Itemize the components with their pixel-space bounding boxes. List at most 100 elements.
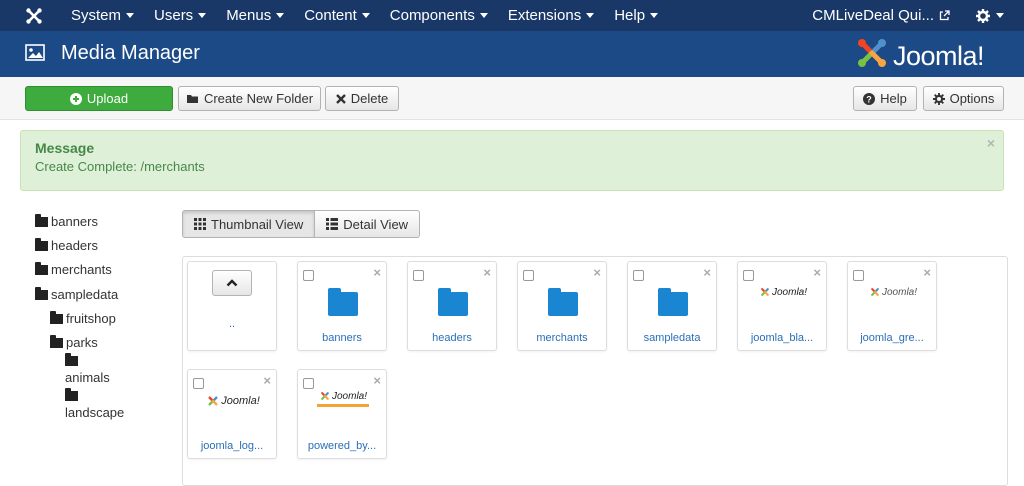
powered-by-strip (317, 404, 369, 407)
menu-content[interactable]: Content (294, 0, 380, 31)
folder-open-icon (186, 93, 199, 104)
folder-icon (35, 213, 48, 227)
folder-icon (548, 288, 578, 316)
svg-text:?: ? (866, 94, 872, 104)
image-item-joomla-black[interactable]: × Joomla! joomla_bla... (737, 261, 827, 351)
menu-menus[interactable]: Menus (216, 0, 294, 31)
item-label[interactable]: .. (188, 318, 276, 330)
grid-icon (194, 218, 206, 230)
tree-item-headers[interactable]: headers (35, 237, 98, 253)
menu-label: Content (304, 7, 357, 24)
delete-icon[interactable]: × (703, 265, 711, 280)
select-checkbox[interactable] (633, 270, 644, 281)
up-arrow-button[interactable] (212, 270, 252, 296)
menu-users[interactable]: Users (144, 0, 216, 31)
delete-label: Delete (350, 91, 389, 106)
tree-label: animals (65, 370, 110, 385)
picture-icon (25, 44, 45, 64)
caret-down-icon (126, 13, 135, 18)
item-label[interactable]: joomla_bla... (738, 332, 826, 344)
tree-item-landscape[interactable]: landscape (65, 388, 125, 420)
folder-icon (50, 334, 63, 348)
external-link-icon (939, 10, 950, 21)
message-close-button[interactable]: × (987, 135, 995, 151)
message-heading: Message (35, 140, 95, 156)
help-button[interactable]: ? Help (853, 86, 917, 111)
page-title: Media Manager (61, 42, 200, 64)
gear-icon (932, 92, 945, 105)
delete-icon[interactable]: × (483, 265, 491, 280)
item-label[interactable]: sampledata (628, 332, 716, 344)
caret-down-icon (276, 13, 285, 18)
delete-icon[interactable]: × (373, 265, 381, 280)
item-label[interactable]: banners (298, 332, 386, 344)
tree-item-fruitshop[interactable]: fruitshop (50, 310, 116, 326)
caret-down-icon (586, 13, 595, 18)
joomla-logo-icon[interactable] (23, 5, 45, 27)
menu-extensions[interactable]: Extensions (498, 0, 604, 31)
tree-label: sampledata (51, 287, 119, 302)
detail-view-label: Detail View (343, 216, 409, 232)
plus-circle-icon (69, 92, 82, 105)
select-checkbox[interactable] (743, 270, 754, 281)
delete-icon[interactable]: × (593, 265, 601, 280)
image-item-joomla-logo[interactable]: × Joomla! joomla_log... (187, 369, 277, 459)
folder-icon (438, 288, 468, 316)
menu-system[interactable]: System (61, 0, 144, 31)
item-label[interactable]: headers (408, 332, 496, 344)
thumb-text: Joomla! (881, 286, 917, 298)
menu-label: Users (154, 7, 194, 24)
menu-label: Menus (226, 7, 272, 24)
select-checkbox[interactable] (303, 270, 314, 281)
item-label[interactable]: powered_by... (298, 440, 386, 452)
folder-item-sampledata[interactable]: × sampledata (627, 261, 717, 351)
image-thumbnail: Joomla! (748, 286, 818, 298)
select-checkbox[interactable] (303, 378, 314, 389)
select-checkbox[interactable] (413, 270, 424, 281)
caret-down-icon (650, 13, 659, 18)
image-thumbnail: Joomla! (308, 390, 378, 407)
message-text: Create Complete: /merchants (35, 159, 205, 174)
create-folder-button[interactable]: Create New Folder (178, 86, 321, 111)
folder-item-banners[interactable]: × banners (297, 261, 387, 351)
image-item-powered-by[interactable]: × Joomla! powered_by... (297, 369, 387, 459)
site-link[interactable]: CMLiveDeal Qui... (812, 7, 950, 24)
upload-button[interactable]: Upload (25, 86, 173, 111)
detail-view-button[interactable]: Detail View (315, 210, 421, 238)
tree-item-animals[interactable]: animals (65, 353, 110, 385)
menu-components[interactable]: Components (380, 0, 498, 31)
thumbnail-view-button[interactable]: Thumbnail View (182, 210, 316, 238)
delete-icon[interactable]: × (373, 373, 381, 388)
options-button[interactable]: Options (923, 86, 1004, 111)
question-circle-icon: ? (863, 92, 876, 105)
select-checkbox[interactable] (193, 378, 204, 389)
item-label[interactable]: joomla_log... (188, 440, 276, 452)
settings-menu[interactable] (976, 8, 1004, 23)
delete-icon[interactable]: × (813, 265, 821, 280)
tree-item-parks[interactable]: parks (50, 334, 98, 350)
item-label[interactable]: merchants (518, 332, 606, 344)
folder-item-headers[interactable]: × headers (407, 261, 497, 351)
upload-label: Upload (86, 91, 129, 106)
select-checkbox[interactable] (853, 270, 864, 281)
image-item-joomla-green[interactable]: × Joomla! joomla_gre... (847, 261, 937, 351)
delete-button[interactable]: Delete (325, 86, 399, 111)
select-checkbox[interactable] (523, 270, 534, 281)
menu-label: Extensions (507, 7, 582, 24)
tree-item-banners[interactable]: banners (35, 213, 98, 229)
tree-item-merchants[interactable]: merchants (35, 261, 112, 277)
delete-icon[interactable]: × (923, 265, 931, 280)
tree-item-sampledata[interactable]: sampledata (35, 286, 119, 302)
folder-icon (328, 288, 358, 316)
delete-icon[interactable]: × (263, 373, 271, 388)
folder-icon (658, 288, 688, 316)
navbar-right: CMLiveDeal Qui... (812, 0, 1024, 31)
parent-folder-item[interactable]: .. (187, 261, 277, 351)
media-grid: .. × banners × headers × merchants × sam… (182, 256, 1008, 486)
caret-down-icon (198, 13, 207, 18)
folder-item-merchants[interactable]: × merchants (517, 261, 607, 351)
image-thumbnail: Joomla! (198, 394, 268, 408)
menu-help[interactable]: Help (604, 0, 668, 31)
item-label[interactable]: joomla_gre... (848, 332, 936, 344)
tree-label: landscape (65, 405, 125, 420)
